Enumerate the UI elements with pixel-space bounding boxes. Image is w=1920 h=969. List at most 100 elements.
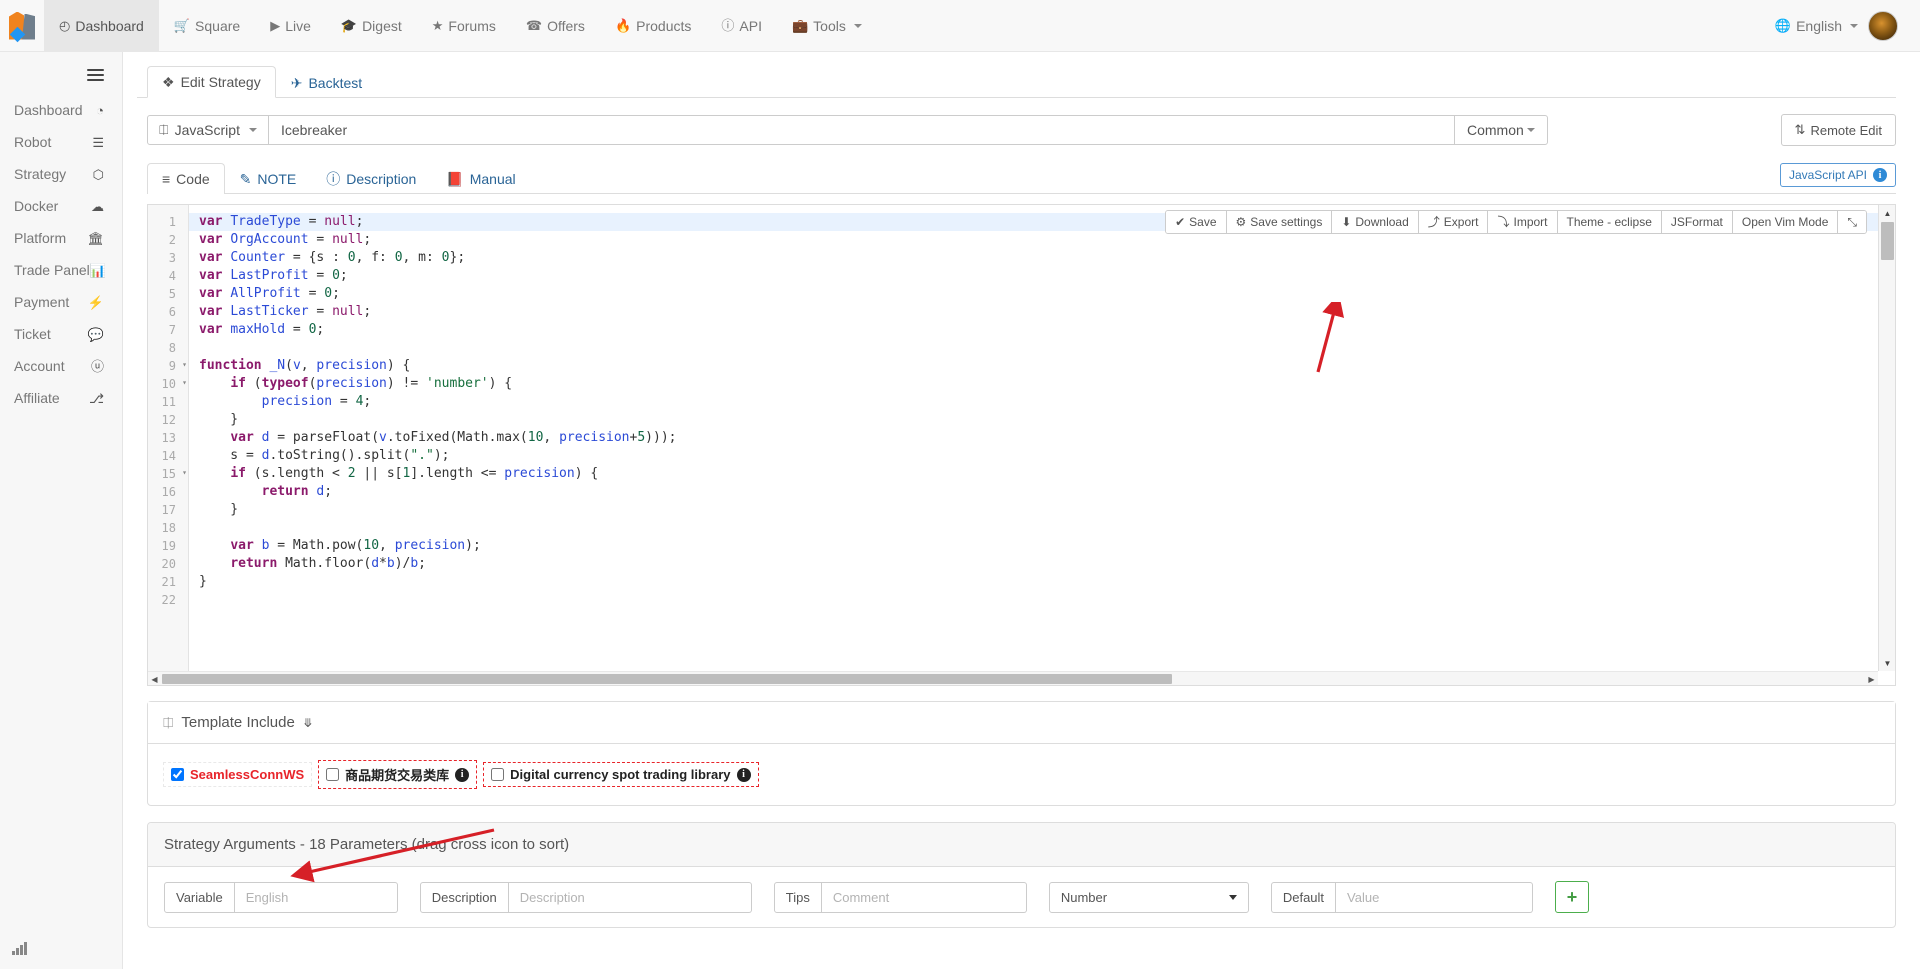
scroll-up-icon[interactable]: ▲ [1879,205,1896,221]
template-item-label: Digital currency spot trading library [510,767,730,782]
check-icon: ✔ [1175,214,1185,230]
sidebar-item-dashboard[interactable]: Dashboard◔ [0,94,122,126]
sidebar-item-ticket[interactable]: Ticket💬 [0,318,122,350]
line-number: 3 [148,249,188,267]
template-include-panel: ⎅ Template Include ⤋ SeamlessConnWS商品期货交… [147,701,1896,806]
scroll-down-icon[interactable]: ▼ [1879,655,1896,671]
sidebar-item-account[interactable]: Accountⓤ [0,350,122,382]
scroll-right-icon[interactable]: ▶ [1865,672,1878,686]
nav-item-dashboard[interactable]: ◴Dashboard [44,0,159,51]
add-parameter-button[interactable]: + [1555,881,1589,913]
code-tab-manual[interactable]: 📕Manual [431,163,530,194]
description-input[interactable] [509,882,752,913]
horizontal-scroll-thumb[interactable] [162,674,1172,684]
sidebar-item-label: Affiliate [14,390,60,406]
code-line: } [189,573,1895,591]
scroll-left-icon[interactable]: ◀ [148,672,161,686]
line-number: 12 [148,411,188,429]
editor-open-vim-mode-button[interactable]: Open Vim Mode [1733,211,1839,233]
nav-item-api[interactable]: ⓘAPI [706,0,777,51]
code-editor[interactable]: ✔Save⚙Save settings⬇Download⤴Export⤵Impo… [147,204,1896,686]
sidebar-item-label: Dashboard [14,102,83,118]
template-item-checkbox[interactable] [171,768,184,781]
nav-item-products[interactable]: 🔥Products [600,0,706,51]
template-item-checkbox[interactable] [326,768,339,781]
info-circle-icon[interactable]: i [455,768,469,782]
template-item-1[interactable]: 商品期货交易类库i [318,760,477,789]
nav-item-tools[interactable]: 💼Tools [777,0,877,51]
sidebar-item-label: Platform [14,230,66,246]
editor-horizontal-scrollbar[interactable]: ◀ ▶ [148,671,1878,685]
editor-button-label: JSFormat [1671,214,1723,230]
plug-icon: ⚡ [88,296,104,309]
type-select[interactable]: Number [1049,882,1249,913]
template-include-header[interactable]: ⎅ Template Include ⤋ [148,702,1895,744]
download-icon: ⬇ [1341,214,1351,230]
template-include-title: Template Include [181,714,294,731]
sidebar-item-robot[interactable]: Robot☰ [0,126,122,158]
tab-backtest[interactable]: ✈Backtest [276,67,377,98]
editor-button-label: Download [1355,214,1408,230]
template-item-2[interactable]: Digital currency spot trading library i [483,762,758,787]
editor-theme-eclipse-button[interactable]: Theme - eclipse [1558,211,1662,233]
chevron-down-icon[interactable]: ⤋ [303,716,313,730]
chevron-down-icon [1229,895,1237,900]
nav-item-forums[interactable]: ★Forums [417,0,511,51]
nav-item-digest[interactable]: 🎓Digest [326,0,417,51]
nav-item-label: API [739,18,762,34]
variable-label: Variable [164,882,235,913]
nav-item-square[interactable]: 🛒Square [159,0,255,51]
sidebar-item-payment[interactable]: Payment ⚡ [0,286,122,318]
sidebar-item-affiliate[interactable]: Affiliate⎇ [0,382,122,414]
editor-vertical-scrollbar[interactable]: ▲ ▼ [1878,205,1895,671]
editor-import-button[interactable]: ⤵Import [1488,211,1557,233]
variable-input[interactable] [235,882,398,913]
code-tab-description[interactable]: ⓘDescription [311,163,431,194]
code-tab-note[interactable]: ✎NOTE [225,163,312,194]
editor-jsformat-button[interactable]: JSFormat [1662,211,1733,233]
type-select-value: Number [1061,890,1107,905]
gear-icon: ⚙ [1236,214,1247,230]
nav-item-live[interactable]: ▶Live [255,0,326,51]
remote-edit-label: Remote Edit [1810,123,1882,138]
vertical-scroll-thumb[interactable] [1881,222,1894,260]
template-item-checkbox[interactable] [491,768,504,781]
tab-edit-strategy[interactable]: ❖Edit Strategy [147,66,276,98]
code-tab-label: NOTE [257,172,296,186]
nav-item-offers[interactable]: ☎Offers [511,0,600,51]
shopping-cart-icon: 🛒 [174,19,190,32]
javascript-api-button[interactable]: JavaScript API i [1780,163,1896,187]
code-tab-code[interactable]: ≡Code [147,163,225,194]
editor-export-button[interactable]: ⤴Export [1419,211,1489,233]
nav-item-label: Forums [448,18,495,34]
editor-save-button[interactable]: ✔Save [1166,211,1226,233]
tips-input[interactable] [822,882,1027,913]
editor-button-label: Save settings [1250,214,1322,230]
info-circle-icon[interactable]: i [737,768,751,782]
language-dropdown-button[interactable]: ⎅ JavaScript [147,115,269,145]
sidebar-item-strategy[interactable]: Strategy⬡ [0,158,122,190]
strategy-arguments-row: Variable Description Tips Number Default [148,867,1895,927]
default-input[interactable] [1336,882,1533,913]
editor-download-button[interactable]: ⬇Download [1332,211,1418,233]
template-item-0[interactable]: SeamlessConnWS [163,762,312,787]
code-pane[interactable]: var TradeType = null;var OrgAccount = nu… [189,205,1895,685]
line-number: 2 [148,231,188,249]
language-selector[interactable]: 🌐 English [1775,18,1858,34]
nav-item-label: Products [636,18,691,34]
sidebar-item-platform[interactable]: Platform🏛 [0,222,122,254]
remote-edit-button[interactable]: ⇅ Remote Edit [1781,114,1896,146]
sidebar-item-docker[interactable]: Docker☁ [0,190,122,222]
sidebar-item-trade-panel[interactable]: Trade Panel📊 [0,254,122,286]
category-dropdown-button[interactable]: Common [1454,115,1548,145]
avatar[interactable] [1868,11,1898,41]
sidebar-toggle-button[interactable] [0,60,122,94]
brand-logo[interactable] [0,0,44,51]
editor-expand-button[interactable]: ⤡ [1838,211,1866,233]
line-number: 22 [148,591,188,609]
strategy-name-input[interactable] [269,115,1454,145]
editor-save-settings-button[interactable]: ⚙Save settings [1227,211,1333,233]
description-field-group: Description [420,882,752,913]
sidebar-item-label: Payment [14,294,69,310]
default-label: Default [1271,882,1336,913]
